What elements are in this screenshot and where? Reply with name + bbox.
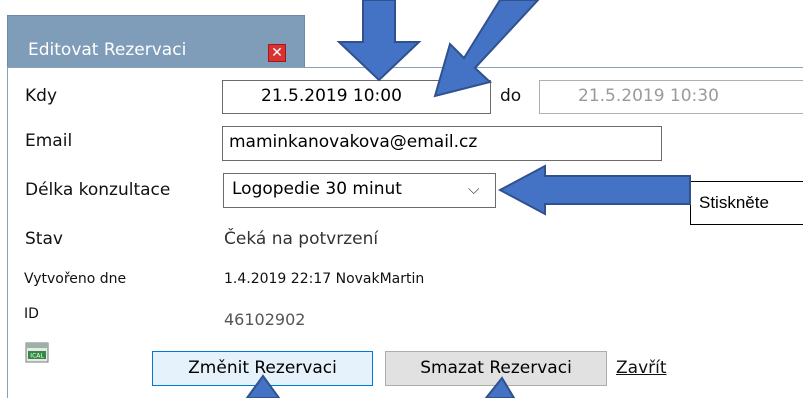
to-datetime-value: 21.5.2019 10:30 [578,86,719,106]
kdy-label: Kdy [25,86,57,106]
ical-text: ICAL [30,353,44,360]
stav-value: Čeká na potvrzení [224,229,379,249]
duration-select[interactable]: Logopedie 30 minut ⌵ [223,173,496,208]
from-datetime-field[interactable]: 21.5.2019 10:00 [222,80,491,114]
chevron-down-icon: ⌵ [468,180,480,198]
to-datetime-field: 21.5.2019 10:30 [539,80,803,114]
email-label: Email [25,131,73,151]
dialog-tab: Editovat Rezervaci ✕ [7,15,305,67]
created-value: 1.4.2019 22:17 NovakMartin [224,271,425,287]
dialog-title: Editovat Rezervaci [28,40,187,60]
id-value: 46102902 [224,310,306,329]
instruction-callout: Stiskněte [690,181,803,225]
ical-icon[interactable]: ICAL [25,341,49,363]
close-icon[interactable]: ✕ [268,44,286,62]
delete-reservation-button[interactable]: Smazat Rezervaci [385,351,607,386]
email-value: maminkanovakova@email.cz [229,132,478,152]
created-label: Vytvořeno dne [24,271,127,287]
id-label: ID [24,306,39,322]
change-reservation-button[interactable]: Změnit Rezervaci [152,351,373,386]
email-field[interactable]: maminkanovakova@email.cz [222,126,662,161]
from-datetime-value: 21.5.2019 10:00 [261,86,402,106]
stav-label: Stav [25,229,63,249]
close-link[interactable]: Zavřít [616,358,667,378]
duration-value: Logopedie 30 minut [232,179,402,199]
reservation-form [7,67,803,398]
duration-label: Délka konzultace [25,180,171,200]
do-label: do [500,86,522,106]
